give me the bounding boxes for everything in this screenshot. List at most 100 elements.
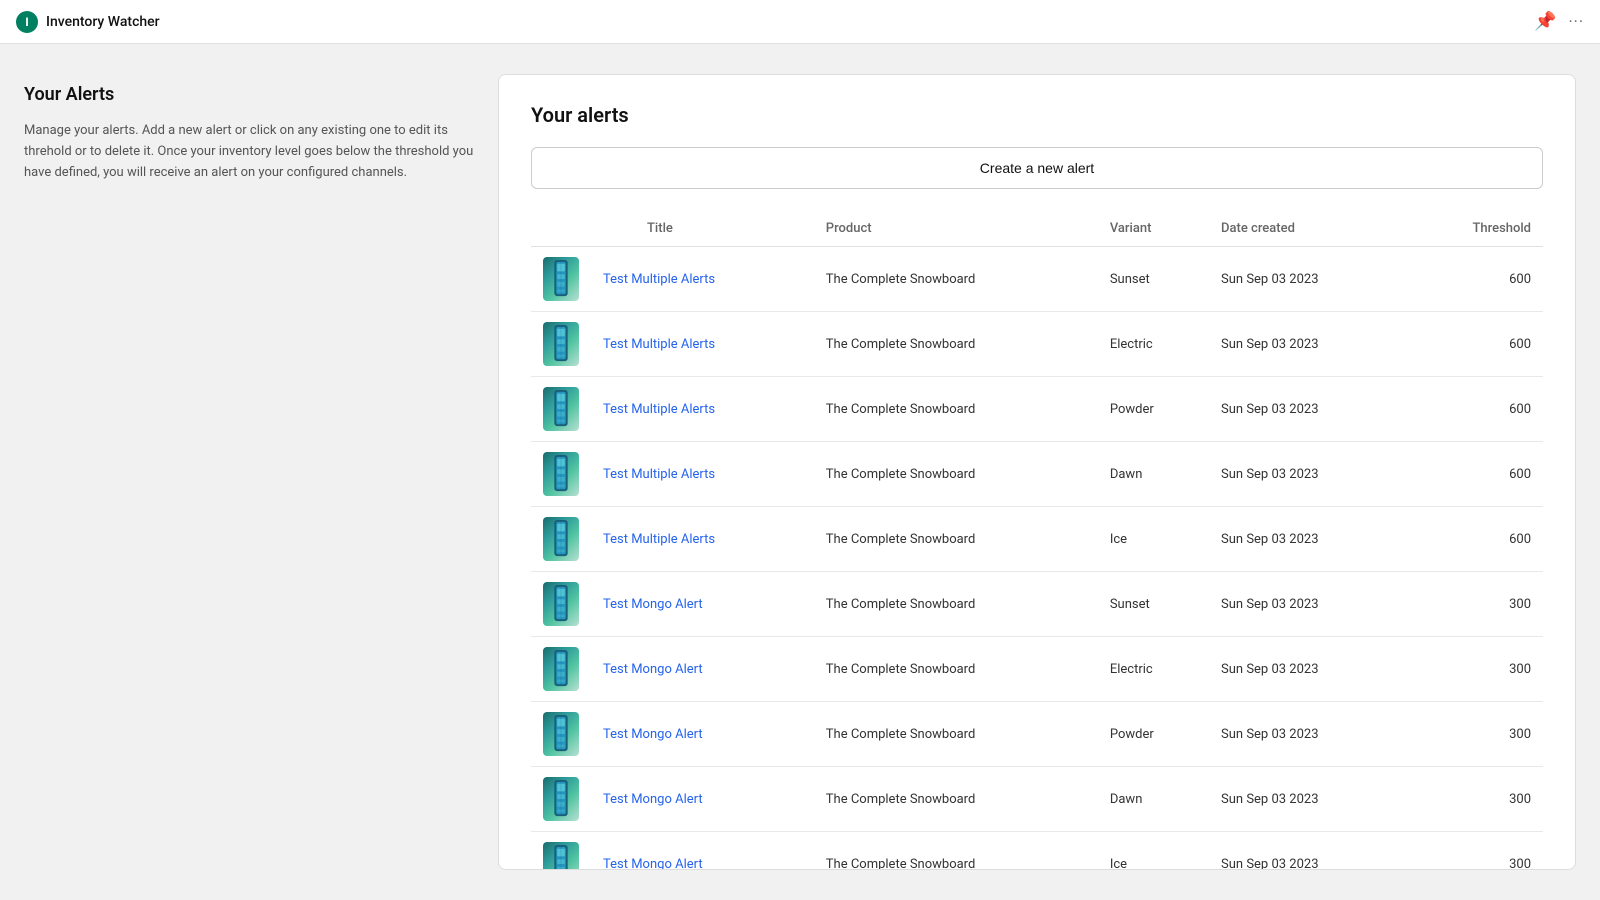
- threshold-cell: 300: [1408, 767, 1543, 832]
- product-image-cell: [531, 702, 591, 767]
- product-thumbnail: [543, 582, 579, 626]
- alert-title-link[interactable]: Test Multiple Alerts: [603, 272, 715, 287]
- sidebar-heading: Your Alerts: [24, 84, 474, 105]
- alert-title-link[interactable]: Test Multiple Alerts: [603, 532, 715, 547]
- product-name-cell: The Complete Snowboard: [814, 637, 1098, 702]
- variant-cell: Powder: [1098, 702, 1209, 767]
- product-image-cell: [531, 637, 591, 702]
- col-variant-header: Variant: [1098, 213, 1209, 247]
- create-alert-button[interactable]: Create a new alert: [531, 147, 1543, 189]
- product-thumbnail: [543, 647, 579, 691]
- date-cell: Sun Sep 03 2023: [1209, 377, 1408, 442]
- date-cell: Sun Sep 03 2023: [1209, 637, 1408, 702]
- table-row: Test Mongo Alert The Complete SnowboardEl…: [531, 637, 1543, 702]
- app-title: Inventory Watcher: [46, 14, 160, 30]
- table-row: Test Multiple Alerts The Complete Snowboa…: [531, 312, 1543, 377]
- product-name-cell: The Complete Snowboard: [814, 312, 1098, 377]
- date-cell: Sun Sep 03 2023: [1209, 572, 1408, 637]
- title-bar-left: I Inventory Watcher: [16, 11, 160, 33]
- alert-title-link[interactable]: Test Mongo Alert: [603, 727, 703, 742]
- alert-title-cell[interactable]: Test Mongo Alert: [591, 767, 814, 832]
- table-row: Test Mongo AlertThe Complete SnowboardSu…: [531, 572, 1543, 637]
- title-bar: I Inventory Watcher 📌 ···: [0, 0, 1600, 44]
- alert-title-cell[interactable]: Test Multiple Alerts: [591, 247, 814, 312]
- threshold-cell: 600: [1408, 312, 1543, 377]
- content-panel: Your alerts Create a new alert Title Pro…: [498, 74, 1576, 870]
- variant-cell: Dawn: [1098, 442, 1209, 507]
- alerts-table: Title Product Variant Date created Thres…: [531, 213, 1543, 870]
- product-image-cell: [531, 442, 591, 507]
- threshold-cell: 600: [1408, 442, 1543, 507]
- product-image-cell: [531, 572, 591, 637]
- col-title-header: Title: [591, 213, 814, 247]
- product-image-cell: [531, 312, 591, 377]
- product-image-cell: [531, 247, 591, 312]
- table-row: Test Mongo Alert The Complete SnowboardIc…: [531, 832, 1543, 871]
- variant-cell: Electric: [1098, 637, 1209, 702]
- product-name-cell: The Complete Snowboard: [814, 442, 1098, 507]
- table-header: Title Product Variant Date created Thres…: [531, 213, 1543, 247]
- table-row: Test Mongo Alert The Complete SnowboardDa…: [531, 767, 1543, 832]
- table-row: Test Multiple Alerts The Complete Snowboa…: [531, 247, 1543, 312]
- product-image-cell: [531, 507, 591, 572]
- product-image-cell: [531, 377, 591, 442]
- table-row: Test Multiple Alerts The Complete Snowboa…: [531, 507, 1543, 572]
- title-bar-right: 📌 ···: [1534, 11, 1584, 32]
- product-thumbnail: [543, 777, 579, 821]
- product-name-cell: The Complete Snowboard: [814, 832, 1098, 871]
- table-row: Test Multiple Alerts The Complete Snowboa…: [531, 377, 1543, 442]
- alert-title-cell[interactable]: Test Multiple Alerts: [591, 442, 814, 507]
- date-cell: Sun Sep 03 2023: [1209, 702, 1408, 767]
- variant-cell: Sunset: [1098, 572, 1209, 637]
- alert-title-link[interactable]: Test Mongo Alert: [603, 857, 703, 871]
- app-icon: I: [16, 11, 38, 33]
- variant-cell: Powder: [1098, 377, 1209, 442]
- table-row: Test Multiple Alerts The Complete Snowboa…: [531, 442, 1543, 507]
- alert-title-cell[interactable]: Test Multiple Alerts: [591, 312, 814, 377]
- alert-title-link[interactable]: Test Multiple Alerts: [603, 337, 715, 352]
- threshold-cell: 300: [1408, 637, 1543, 702]
- col-product-header: Product: [814, 213, 1098, 247]
- variant-cell: Dawn: [1098, 767, 1209, 832]
- product-name-cell: The Complete Snowboard: [814, 377, 1098, 442]
- product-name-cell: The Complete Snowboard: [814, 507, 1098, 572]
- variant-cell: Ice: [1098, 832, 1209, 871]
- alert-title-cell[interactable]: Test Mongo Alert: [591, 832, 814, 871]
- col-img-header: [531, 213, 591, 247]
- main-layout: Your Alerts Manage your alerts. Add a ne…: [0, 44, 1600, 900]
- col-date-header: Date created: [1209, 213, 1408, 247]
- product-thumbnail: [543, 842, 579, 870]
- threshold-cell: 300: [1408, 572, 1543, 637]
- product-thumbnail: [543, 517, 579, 561]
- variant-cell: Electric: [1098, 312, 1209, 377]
- variant-cell: Sunset: [1098, 247, 1209, 312]
- date-cell: Sun Sep 03 2023: [1209, 832, 1408, 871]
- product-thumbnail: [543, 322, 579, 366]
- product-image-cell: [531, 767, 591, 832]
- product-thumbnail: [543, 257, 579, 301]
- alert-title-link[interactable]: Test Multiple Alerts: [603, 467, 715, 482]
- product-name-cell: The Complete Snowboard: [814, 247, 1098, 312]
- alert-title-link[interactable]: Test Mongo Alert: [603, 792, 703, 807]
- alert-title-link[interactable]: Test Mongo Alert: [603, 662, 703, 677]
- pin-icon[interactable]: 📌: [1534, 11, 1556, 32]
- product-image-cell: [531, 832, 591, 871]
- date-cell: Sun Sep 03 2023: [1209, 247, 1408, 312]
- product-name-cell: The Complete Snowboard: [814, 572, 1098, 637]
- alert-title-link[interactable]: Test Mongo Alert: [603, 597, 703, 612]
- date-cell: Sun Sep 03 2023: [1209, 312, 1408, 377]
- alert-title-cell[interactable]: Test Mongo Alert: [591, 702, 814, 767]
- alert-title-cell[interactable]: Test Mongo Alert: [591, 637, 814, 702]
- table-body: Test Multiple Alerts The Complete Snowboa…: [531, 247, 1543, 871]
- alert-title-link[interactable]: Test Multiple Alerts: [603, 402, 715, 417]
- product-name-cell: The Complete Snowboard: [814, 767, 1098, 832]
- more-menu-icon[interactable]: ···: [1568, 12, 1584, 31]
- sidebar: Your Alerts Manage your alerts. Add a ne…: [24, 74, 474, 870]
- alert-title-cell[interactable]: Test Multiple Alerts: [591, 507, 814, 572]
- product-thumbnail: [543, 452, 579, 496]
- table-row: Test Mongo AlertThe Complete SnowboardPo…: [531, 702, 1543, 767]
- alert-title-cell[interactable]: Test Multiple Alerts: [591, 377, 814, 442]
- date-cell: Sun Sep 03 2023: [1209, 507, 1408, 572]
- variant-cell: Ice: [1098, 507, 1209, 572]
- alert-title-cell[interactable]: Test Mongo Alert: [591, 572, 814, 637]
